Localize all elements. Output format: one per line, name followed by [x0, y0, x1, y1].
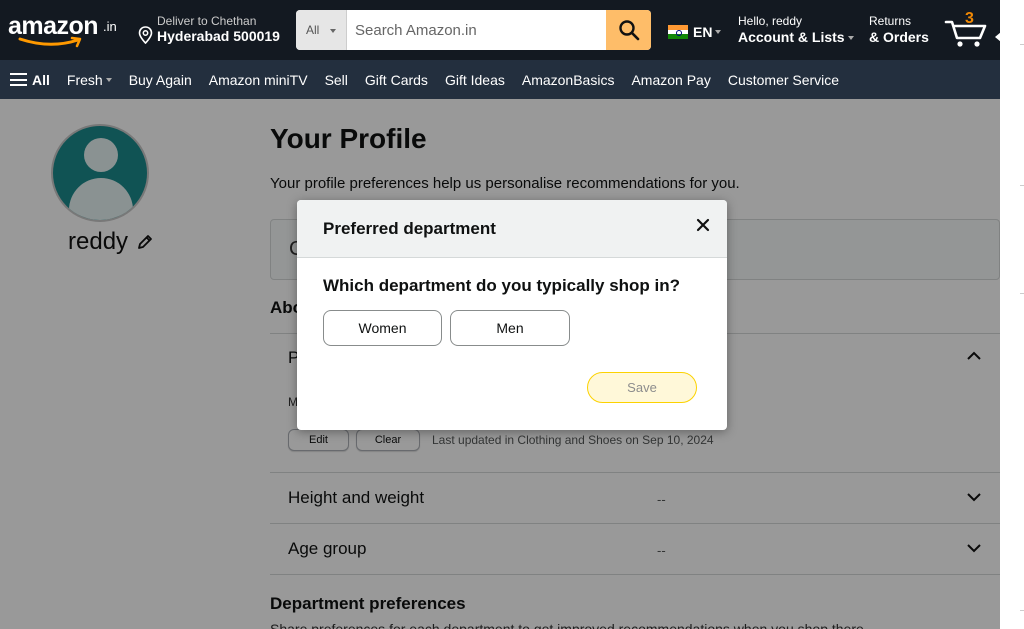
edge-divider [1020, 293, 1024, 294]
smile-arrow-icon [18, 36, 82, 48]
deliver-label: Deliver to Chethan [157, 14, 257, 28]
language-selector[interactable]: EN [668, 24, 722, 40]
close-icon[interactable] [694, 216, 712, 234]
logo-tld: .in [103, 19, 117, 34]
preferred-department-dialog: Preferred department Which department do… [297, 200, 727, 430]
caret-down-icon [847, 36, 854, 41]
top-nav: amazon .in Deliver to Chethan Hyderabad … [0, 0, 1000, 60]
caret-down-icon [105, 77, 112, 82]
nav-item-sell[interactable]: Sell [325, 72, 348, 88]
search-input[interactable] [347, 10, 602, 50]
search-icon [618, 20, 639, 41]
edge-divider [1020, 610, 1024, 611]
nav-item-fresh[interactable]: Fresh [67, 72, 112, 88]
dialog-title: Preferred department [323, 219, 496, 238]
save-button[interactable]: Save [587, 372, 697, 403]
all-menu-button[interactable]: All [10, 72, 50, 88]
women-option-button[interactable]: Women [323, 310, 442, 346]
account-greeting: Hello, reddy [738, 14, 803, 28]
deliver-location: Hyderabad 500019 [157, 28, 280, 44]
all-label: All [32, 71, 50, 88]
nav-item-gift-ideas[interactable]: Gift Ideas [445, 72, 505, 88]
nav-item-gift-cards[interactable]: Gift Cards [365, 72, 428, 88]
language-code: EN [693, 24, 713, 40]
edge-divider [1020, 185, 1024, 186]
cart-icon [944, 20, 987, 47]
panel-pointer-icon [995, 32, 1001, 42]
returns-label: Returns [869, 14, 912, 28]
search-button[interactable] [606, 10, 651, 50]
nav-item-buy-again[interactable]: Buy Again [129, 72, 192, 88]
account-lists-text: Account & Lists [738, 29, 845, 45]
orders-label: & Orders [869, 29, 929, 45]
india-flag-icon [668, 25, 688, 40]
cart-button[interactable]: 3 [944, 10, 1000, 50]
amazon-logo[interactable]: amazon .in [8, 12, 124, 48]
nav-item-amazonbasics[interactable]: AmazonBasics [522, 72, 615, 88]
returns-orders[interactable]: Returns & Orders [869, 14, 929, 45]
caret-down-icon [715, 30, 722, 34]
nav-item-customer-service[interactable]: Customer Service [728, 72, 839, 88]
nav-item-minitv[interactable]: Amazon miniTV [209, 72, 308, 88]
location-pin-icon [138, 26, 153, 44]
right-edge-panel [995, 0, 1024, 629]
nav-item-label: Fresh [66, 71, 103, 88]
search-category-select[interactable]: All [296, 10, 347, 50]
hamburger-icon [10, 73, 27, 86]
nav-item-amazon-pay[interactable]: Amazon Pay [631, 72, 710, 88]
account-menu[interactable]: Hello, reddy Account & Lists [738, 14, 854, 45]
search-bar: All [296, 10, 651, 50]
edge-divider [1020, 44, 1024, 45]
secondary-nav: All Fresh Buy Again Amazon miniTV Sell G… [0, 60, 1000, 99]
men-option-button[interactable]: Men [450, 310, 570, 346]
account-lists-label: Account & Lists [738, 29, 854, 45]
dialog-header: Preferred department [297, 200, 727, 258]
dialog-question: Which department do you typically shop i… [323, 276, 681, 295]
